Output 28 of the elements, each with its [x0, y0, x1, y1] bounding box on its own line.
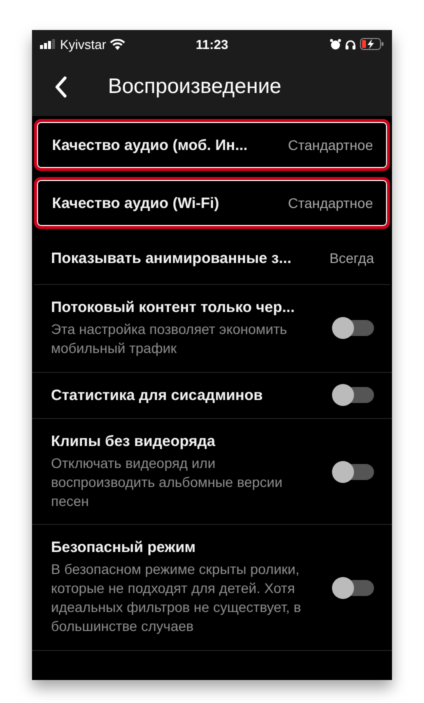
setting-title: Качество аудио (Wi-Fi)	[52, 194, 220, 212]
headphones-icon	[345, 38, 356, 50]
setting-value: Стандартное	[288, 195, 373, 211]
setting-title: Потоковый контент только чер...	[51, 299, 296, 316]
setting-title: Клипы без видеоряда	[51, 432, 216, 450]
alarm-icon	[330, 38, 341, 50]
page-title: Воспроизведение	[108, 75, 282, 99]
setting-row[interactable]: Показывать анимированные з... Всегда	[34, 232, 390, 285]
signal-icon	[40, 39, 56, 49]
wifi-icon	[110, 38, 126, 50]
setting-description: Эта настройка позволяет экономить мобильный трафик	[51, 320, 288, 358]
setting-value: Всегда	[329, 250, 374, 266]
setting-row[interactable]: Качество аудио (Wi-Fi) Стандартное	[34, 177, 390, 229]
setting-description: Отключать видеоряд или воспроизводить альбомные версии песен	[51, 454, 284, 510]
toggle-switch[interactable]	[334, 320, 374, 336]
carrier-name: Kyivstar	[60, 36, 106, 52]
battery-charging-icon	[360, 38, 384, 50]
toggle-switch[interactable]	[334, 580, 374, 596]
setting-title: Показывать анимированные з...	[51, 250, 292, 266]
clock-time: 11:23	[196, 36, 228, 52]
setting-value: Стандартное	[288, 137, 373, 153]
setting-title: Безопасный режим	[51, 539, 197, 556]
toggle-switch[interactable]	[334, 464, 374, 480]
setting-description: В безопасном режиме скрыты ролики, которые не подходят для детей. Хотя идеальных фильтров не существует, в большинстве случаев	[51, 560, 302, 636]
setting-title: Статистика для сисадминов	[51, 386, 263, 404]
toggle-switch[interactable]	[334, 387, 374, 404]
setting-title: Качество аудио (моб. Ин...	[52, 136, 248, 154]
setting-row[interactable]: Качество аудио (моб. Ин... Стандартное	[34, 119, 390, 171]
